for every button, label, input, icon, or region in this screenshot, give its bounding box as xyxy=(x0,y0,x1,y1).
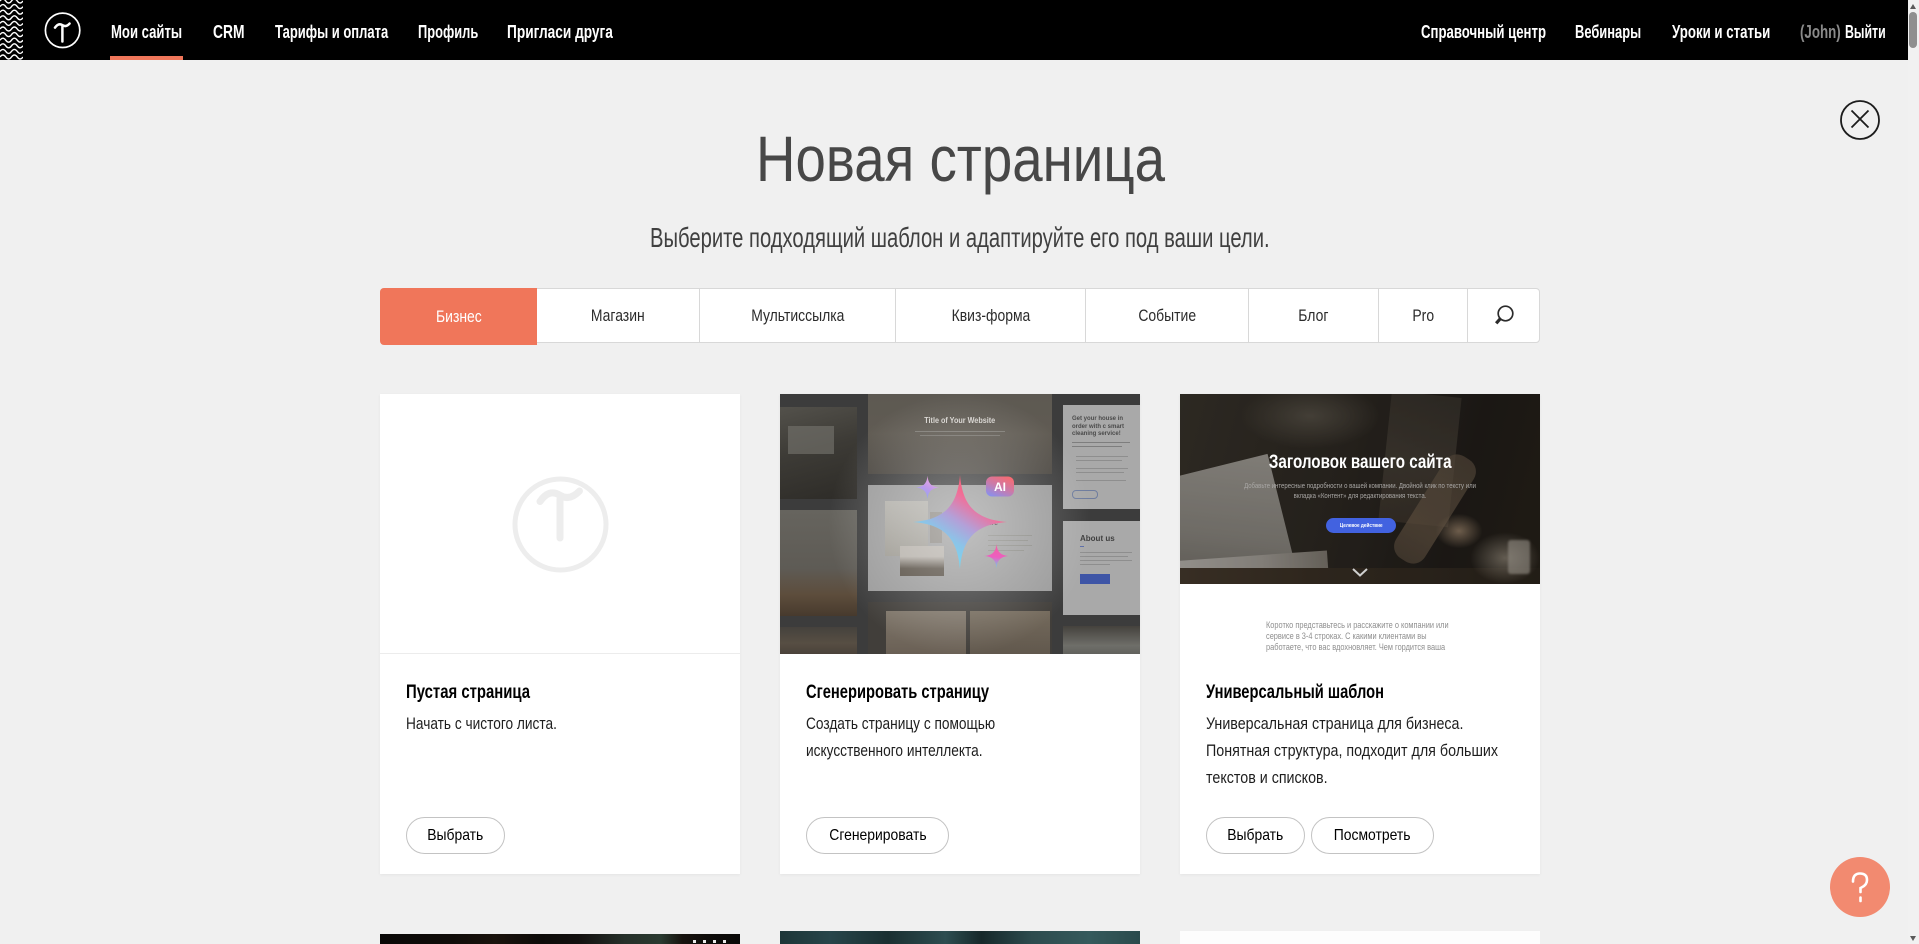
svg-text:AI: AI xyxy=(994,480,1006,494)
